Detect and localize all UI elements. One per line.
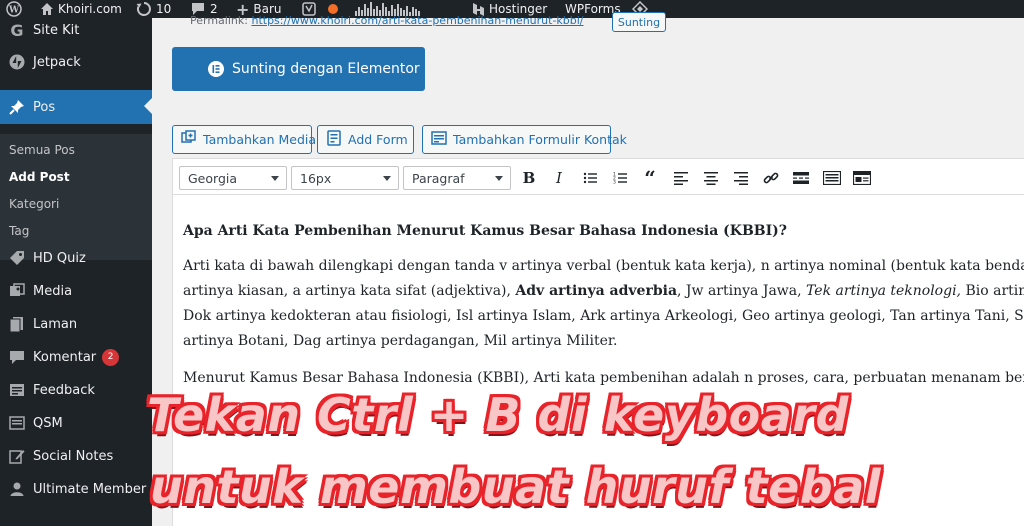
keyboard-icon[interactable] [821,167,843,189]
toolbar-toggle-icon[interactable] [851,167,873,189]
edit-with-elementor-button[interactable]: Sunting dengan Elementor [172,47,425,91]
add-form-label: Add Form [348,132,408,147]
p1-bold-text: Adv artinya adverbia [515,283,678,299]
add-media-button[interactable]: Tambahkan Media [172,125,316,154]
pin-icon [7,97,27,117]
font-size-value: 16px [300,170,332,186]
sidebar-item-ultimate-member[interactable]: Ultimate Member [0,473,152,505]
numbered-list-icon[interactable]: 123 [609,167,631,189]
permalink-url[interactable]: https://www.khoiri.com/arti-kata-pembeni… [251,14,583,27]
sidebar-item-laman[interactable]: Laman [0,308,152,340]
editor-content[interactable]: Apa Arti Kata Pembenihan Menurut Kamus B… [183,219,1024,403]
font-size-select[interactable]: 16px [291,166,399,190]
svg-text:3: 3 [613,180,616,186]
p1-italic-text: Tek artinya teknologi, [806,283,962,299]
permalink-label: Permalink: [190,14,248,27]
permalink-row: Permalink: https://www.khoiri.com/arti-k… [190,14,610,28]
font-family-value: Georgia [188,170,238,186]
chevron-down-icon [495,176,503,181]
feedback-icon [7,380,27,400]
sidebar-item-qsm[interactable]: QSM [0,407,152,439]
sidebar-item-feedback[interactable]: Feedback [0,374,152,406]
p1-line1: Arti kata di bawah dilengkapi dengan tan… [183,258,1024,274]
bullet-list-icon[interactable] [579,167,601,189]
overlay-caption-line-1: Tekan Ctrl + B di keyboard [147,388,849,442]
content-heading: Apa Arti Kata Pembenihan Menurut Kamus B… [183,223,788,239]
jetpack-icon [7,52,27,72]
add-contact-form-label: Tambahkan Formulir Kontak [453,132,627,147]
form-icon [326,130,342,149]
page-icon [7,314,27,334]
p1-line3: Dok artinya kedokteran atau fisiologi, I… [183,308,1024,324]
submenu-item-add-post[interactable]: Add Post [9,170,70,184]
link-icon[interactable] [760,167,782,189]
align-center-icon[interactable] [700,167,722,189]
font-family-select[interactable]: Georgia [179,166,287,190]
sidebar-item-social-notes[interactable]: Social Notes [0,440,152,472]
submenu-item-kategori[interactable]: Kategori [9,197,59,211]
italic-icon[interactable]: I [548,167,570,189]
chevron-down-icon [271,176,279,181]
sidebar-item-site-kit[interactable]: G Site Kit [0,14,152,46]
qsm-icon [7,413,27,433]
p1-line4: artinya Botani, Dag artinya perdagangan,… [183,333,618,349]
add-form-button[interactable]: Add Form [317,125,414,154]
p1-line2-b: , Jw artinya Jawa, [677,283,807,299]
comment-count-badge: 2 [102,348,120,366]
comment-icon [7,347,27,367]
elementor-icon [208,61,224,77]
sidebar-item-media[interactable]: Media [0,275,152,307]
p1-line2-c: Bio artinya B [965,283,1024,299]
sidebar-item-pos[interactable]: Pos [0,90,152,124]
edit-permalink-button[interactable]: Sunting [612,12,666,32]
chevron-down-icon [383,176,391,181]
add-media-icon [181,130,197,149]
sidebar-item-hd-quiz[interactable]: HD Quiz [0,242,152,274]
media-icon [7,281,27,301]
more-tag-icon[interactable] [790,167,812,189]
editor-toolbar: Georgia 16px Paragraf B I 123 “ [173,159,1024,195]
tag-icon [7,248,27,268]
content-paragraph-1: Arti kata di bawah dilengkapi dengan tan… [183,254,1024,354]
format-select[interactable]: Paragraf [403,166,511,190]
align-left-icon[interactable] [670,167,692,189]
align-right-icon[interactable] [730,167,752,189]
add-media-label: Tambahkan Media [203,132,317,147]
elementor-button-label: Sunting dengan Elementor [232,61,420,77]
updates-count: 10 [156,2,172,16]
add-contact-form-button[interactable]: Tambahkan Formulir Kontak [422,125,627,154]
overlay-caption-line-2: untuk membuat huruf tebal [150,460,882,514]
submenu-item-semua-pos[interactable]: Semua Pos [9,143,75,157]
contact-form-icon [431,130,447,149]
sidebar-item-jetpack[interactable]: Jetpack [0,46,152,78]
submenu-item-tag[interactable]: Tag [9,224,29,238]
sidebar-item-komentar[interactable]: Komentar 2 [0,341,152,373]
bold-icon[interactable]: B [518,167,540,189]
format-value: Paragraf [412,170,465,186]
p1-line2-a: artinya kiasan, a artinya kata sifat (ad… [183,283,516,299]
blockquote-icon[interactable]: “ [639,167,661,189]
user-icon [7,479,27,499]
admin-sidebar: G Site Kit Jetpack Pos Semua Pos Add Pos… [0,18,152,526]
edit-icon [7,446,27,466]
sitekit-g-icon: G [10,20,24,40]
